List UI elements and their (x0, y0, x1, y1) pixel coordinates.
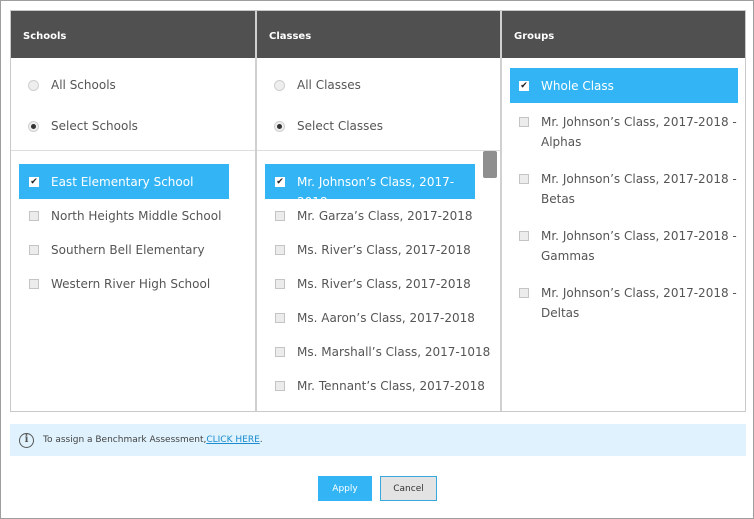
school-item-0[interactable]: ✔ East Elementary School (19, 164, 229, 199)
radio-all-schools[interactable]: All Schools (11, 75, 116, 95)
info-circle-icon: i (19, 432, 34, 448)
class-item-1-label: Mr. Garza’s Class, 2017-2018 (297, 209, 473, 223)
class-item-6[interactable]: Mr. Tennant’s Class, 2017-2018 (275, 376, 485, 396)
radio-all-classes[interactable]: All Classes (257, 75, 361, 95)
checkbox-class-4[interactable] (275, 313, 285, 323)
group-item-0-label: Whole Class (541, 79, 614, 93)
group-item-4-label-line2: Deltas (541, 306, 580, 320)
groups-column: Groups ✔ Whole Class Mr. Johnson’s Class… (502, 11, 745, 411)
class-item-4-label: Ms. Aaron’s Class, 2017-2018 (297, 311, 475, 325)
radio-all-classes-label: All Classes (297, 78, 361, 92)
radio-select-schools-control[interactable] (28, 120, 39, 132)
checkmark-icon: ✔ (520, 81, 528, 91)
checkbox-group-4[interactable] (519, 288, 529, 298)
group-item-4-label-line1: Mr. Johnson’s Class, 2017-2018 - (541, 286, 737, 300)
school-item-0-label: East Elementary School (51, 175, 194, 189)
classes-divider (257, 150, 500, 151)
radio-select-classes[interactable]: Select Classes (257, 116, 383, 136)
group-item-4[interactable]: Mr. Johnson’s Class, 2017-2018 - Deltas (519, 283, 737, 323)
group-item-3[interactable]: Mr. Johnson’s Class, 2017-2018 - Gammas (519, 226, 737, 266)
checkbox-class-2[interactable] (275, 245, 285, 255)
group-item-1-label-line2: Alphas (541, 135, 582, 149)
school-item-1[interactable]: North Heights Middle School (29, 206, 221, 226)
checkbox-school-1[interactable] (29, 211, 39, 221)
classes-header: Classes (257, 11, 500, 58)
checkbox-group-0[interactable]: ✔ (519, 81, 529, 91)
selection-panels: Schools All Schools Select Schools ✔ Eas… (10, 10, 746, 412)
group-item-1[interactable]: Mr. Johnson’s Class, 2017-2018 - Alphas (519, 112, 737, 152)
checkbox-class-6[interactable] (275, 381, 285, 391)
classes-column: Classes All Classes Select Classes ✔ Mr.… (257, 11, 502, 411)
dialog-frame: Schools All Schools Select Schools ✔ Eas… (0, 0, 754, 519)
schools-column: Schools All Schools Select Schools ✔ Eas… (11, 11, 257, 411)
checkbox-class-5[interactable] (275, 347, 285, 357)
class-item-5[interactable]: Ms. Marshall’s Class, 2017-1018 (275, 342, 490, 362)
school-item-2[interactable]: Southern Bell Elementary (29, 240, 205, 260)
checkbox-school-0[interactable]: ✔ (29, 177, 39, 187)
radio-select-schools-label: Select Schools (51, 119, 138, 133)
group-item-3-label-line2: Gammas (541, 249, 595, 263)
school-item-3[interactable]: Western River High School (29, 274, 210, 294)
school-item-2-label: Southern Bell Elementary (51, 243, 205, 257)
group-item-3-label: Mr. Johnson’s Class, 2017-2018 - Gammas (541, 226, 737, 266)
radio-all-schools-control[interactable] (28, 79, 39, 91)
radio-all-schools-label: All Schools (51, 78, 116, 92)
class-item-2-label: Ms. River’s Class, 2017-2018 (297, 243, 471, 257)
radio-all-classes-control[interactable] (274, 79, 285, 91)
group-item-1-label: Mr. Johnson’s Class, 2017-2018 - Alphas (541, 112, 737, 152)
info-text: To assign a Benchmark Assessment, (43, 435, 207, 445)
schools-divider (11, 150, 255, 151)
group-item-2-label: Mr. Johnson’s Class, 2017-2018 - Betas (541, 169, 737, 209)
class-item-2[interactable]: Ms. River’s Class, 2017-2018 (275, 240, 471, 260)
group-item-2-label-line2: Betas (541, 192, 575, 206)
checkmark-icon: ✔ (276, 177, 284, 187)
apply-button[interactable]: Apply (318, 476, 372, 501)
school-item-3-label: Western River High School (51, 277, 211, 291)
group-item-4-label: Mr. Johnson’s Class, 2017-2018 - Deltas (541, 283, 737, 323)
class-item-1[interactable]: Mr. Garza’s Class, 2017-2018 (275, 206, 473, 226)
checkbox-group-1[interactable] (519, 117, 529, 127)
group-item-2-label-line1: Mr. Johnson’s Class, 2017-2018 - (541, 172, 737, 186)
class-item-3[interactable]: Ms. River’s Class, 2017-2018 (275, 274, 471, 294)
classes-scrollbar-thumb[interactable] (483, 151, 497, 178)
school-item-1-label: North Heights Middle School (51, 209, 222, 223)
checkbox-group-3[interactable] (519, 231, 529, 241)
schools-header: Schools (11, 11, 255, 58)
info-bar: i To assign a Benchmark Assessment, CLIC… (10, 424, 746, 456)
click-here-link[interactable]: CLICK HERE (206, 435, 259, 445)
checkbox-class-0[interactable]: ✔ (275, 177, 285, 187)
checkbox-class-3[interactable] (275, 279, 285, 289)
class-item-0[interactable]: ✔ Mr. Johnson’s Class, 2017-2018 (265, 164, 475, 209)
group-item-0[interactable]: ✔ Whole Class (510, 68, 738, 103)
checkbox-school-3[interactable] (29, 279, 39, 289)
checkbox-group-2[interactable] (519, 174, 529, 184)
radio-select-classes-control[interactable] (274, 120, 285, 132)
checkbox-class-1[interactable] (275, 211, 285, 221)
radio-select-classes-label: Select Classes (297, 119, 384, 133)
cancel-button[interactable]: Cancel (380, 476, 437, 501)
checkmark-icon: ✔ (30, 177, 38, 187)
info-suffix: . (259, 435, 263, 445)
group-item-3-label-line1: Mr. Johnson’s Class, 2017-2018 - (541, 229, 737, 243)
class-item-4[interactable]: Ms. Aaron’s Class, 2017-2018 (275, 308, 475, 328)
class-item-5-label: Ms. Marshall’s Class, 2017-1018 (297, 345, 491, 359)
class-item-3-label: Ms. River’s Class, 2017-2018 (297, 277, 471, 291)
class-item-6-label: Mr. Tennant’s Class, 2017-2018 (297, 379, 485, 393)
checkbox-school-2[interactable] (29, 245, 39, 255)
group-item-1-label-line1: Mr. Johnson’s Class, 2017-2018 - (541, 115, 737, 129)
group-item-2[interactable]: Mr. Johnson’s Class, 2017-2018 - Betas (519, 169, 737, 209)
radio-select-schools[interactable]: Select Schools (11, 116, 138, 136)
groups-header: Groups (502, 11, 745, 58)
